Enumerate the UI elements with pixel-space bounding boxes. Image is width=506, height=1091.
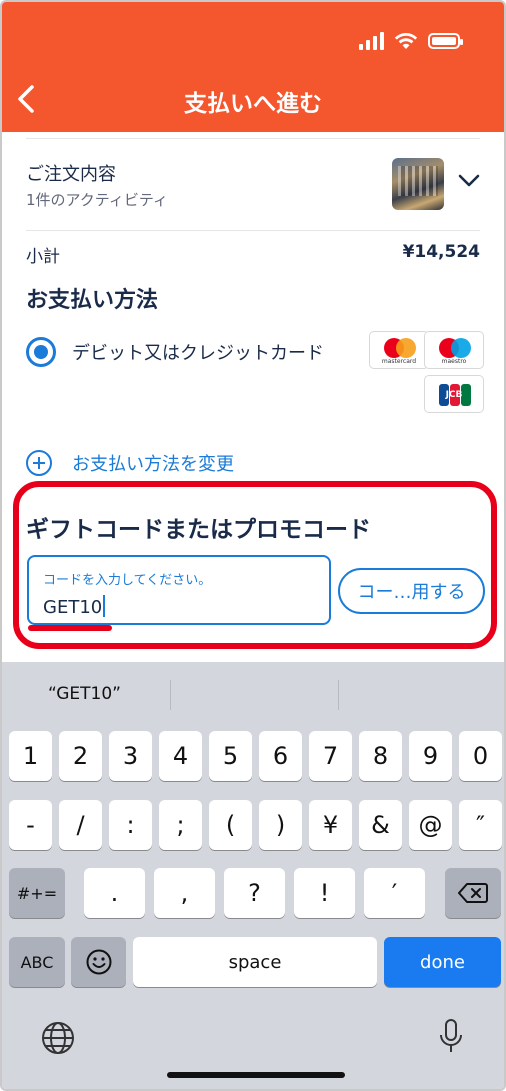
payment-method-heading: お支払い方法	[26, 288, 159, 313]
order-summary-title[interactable]: ご注文内容	[26, 160, 116, 186]
key-slash[interactable]: /	[59, 800, 102, 850]
key-ampersand[interactable]: &	[359, 800, 402, 850]
key-8[interactable]: 8	[359, 731, 402, 781]
card-option-label[interactable]: デビット又はクレジットカード	[72, 339, 324, 365]
suggestion-item[interactable]: “GET10”	[48, 684, 121, 704]
key-2[interactable]: 2	[59, 731, 102, 781]
apply-code-button[interactable]: コー…用する	[338, 568, 485, 614]
jcb-logo: JCB	[424, 375, 484, 413]
promo-input-label: コードを入力してください。	[43, 573, 212, 588]
status-bar	[359, 32, 463, 50]
text-cursor	[103, 595, 106, 617]
key-7[interactable]: 7	[309, 731, 352, 781]
app-header: 支払いへ進む	[2, 2, 504, 132]
battery-icon	[428, 33, 463, 49]
checkout-content: ご注文内容 1件のアクティビティ 小計 ¥14,524 お支払い方法 デビット又…	[2, 132, 504, 662]
chevron-down-icon[interactable]	[458, 174, 480, 188]
activity-thumbnail	[392, 158, 444, 210]
backspace-key[interactable]	[445, 868, 501, 918]
key-colon[interactable]: :	[109, 800, 152, 850]
key-more-symbols[interactable]: #+=	[9, 868, 65, 918]
wifi-icon	[394, 33, 418, 49]
promo-heading: ギフトコードまたはプロモコード	[26, 517, 371, 543]
microphone-icon[interactable]	[438, 1018, 464, 1056]
suggestion-bar: “GET10”	[2, 662, 504, 726]
key-question[interactable]: ?	[224, 868, 285, 918]
key-prime[interactable]: ′	[364, 868, 425, 918]
divider	[338, 680, 339, 710]
key-3[interactable]: 3	[109, 731, 152, 781]
emoji-key[interactable]	[71, 937, 126, 987]
key-5[interactable]: 5	[209, 731, 252, 781]
maestro-logo: maestro	[424, 331, 484, 369]
add-circle-icon[interactable]	[26, 450, 52, 476]
key-semicolon[interactable]: ;	[159, 800, 202, 850]
key-9[interactable]: 9	[409, 731, 452, 781]
key-exclamation[interactable]: !	[294, 868, 355, 918]
key-period[interactable]: .	[84, 868, 145, 918]
key-at[interactable]: @	[409, 800, 452, 850]
key-double-prime[interactable]: ″	[459, 800, 502, 850]
subtotal-label: 小計	[26, 247, 60, 267]
mastercard-logo: mastercard	[369, 331, 429, 369]
card-radio-button[interactable]	[26, 337, 56, 367]
key-yen[interactable]: ¥	[309, 800, 352, 850]
phone-screen: 支払いへ進む ご注文内容 1件のアクティビティ 小計 ¥14,524 お支払い方…	[0, 0, 506, 1091]
signal-icon	[359, 32, 384, 50]
change-payment-link[interactable]: お支払い方法を変更	[72, 450, 234, 476]
page-title: 支払いへ進む	[184, 91, 322, 117]
order-summary-subtitle: 1件のアクティビティ	[26, 191, 168, 209]
done-key[interactable]: done	[384, 937, 501, 987]
key-0[interactable]: 0	[459, 731, 502, 781]
emoji-icon	[86, 949, 111, 975]
key-hyphen[interactable]: -	[9, 800, 52, 850]
divider	[26, 138, 480, 139]
key-comma[interactable]: ,	[154, 868, 215, 918]
divider	[170, 680, 171, 710]
key-close-paren[interactable]: )	[259, 800, 302, 850]
globe-icon[interactable]	[40, 1020, 76, 1056]
key-1[interactable]: 1	[9, 731, 52, 781]
key-4[interactable]: 4	[159, 731, 202, 781]
divider	[26, 230, 480, 231]
key-open-paren[interactable]: (	[209, 800, 252, 850]
key-6[interactable]: 6	[259, 731, 302, 781]
promo-highlight-underline	[28, 625, 112, 631]
promo-code-input[interactable]: コードを入力してください。 GET10	[27, 555, 331, 625]
promo-input-value: GET10	[43, 595, 106, 618]
key-abc[interactable]: ABC	[9, 937, 65, 987]
space-key[interactable]: space	[133, 937, 377, 987]
backspace-icon	[458, 883, 488, 903]
subtotal-value: ¥14,524	[402, 242, 480, 262]
home-indicator	[167, 1072, 345, 1078]
